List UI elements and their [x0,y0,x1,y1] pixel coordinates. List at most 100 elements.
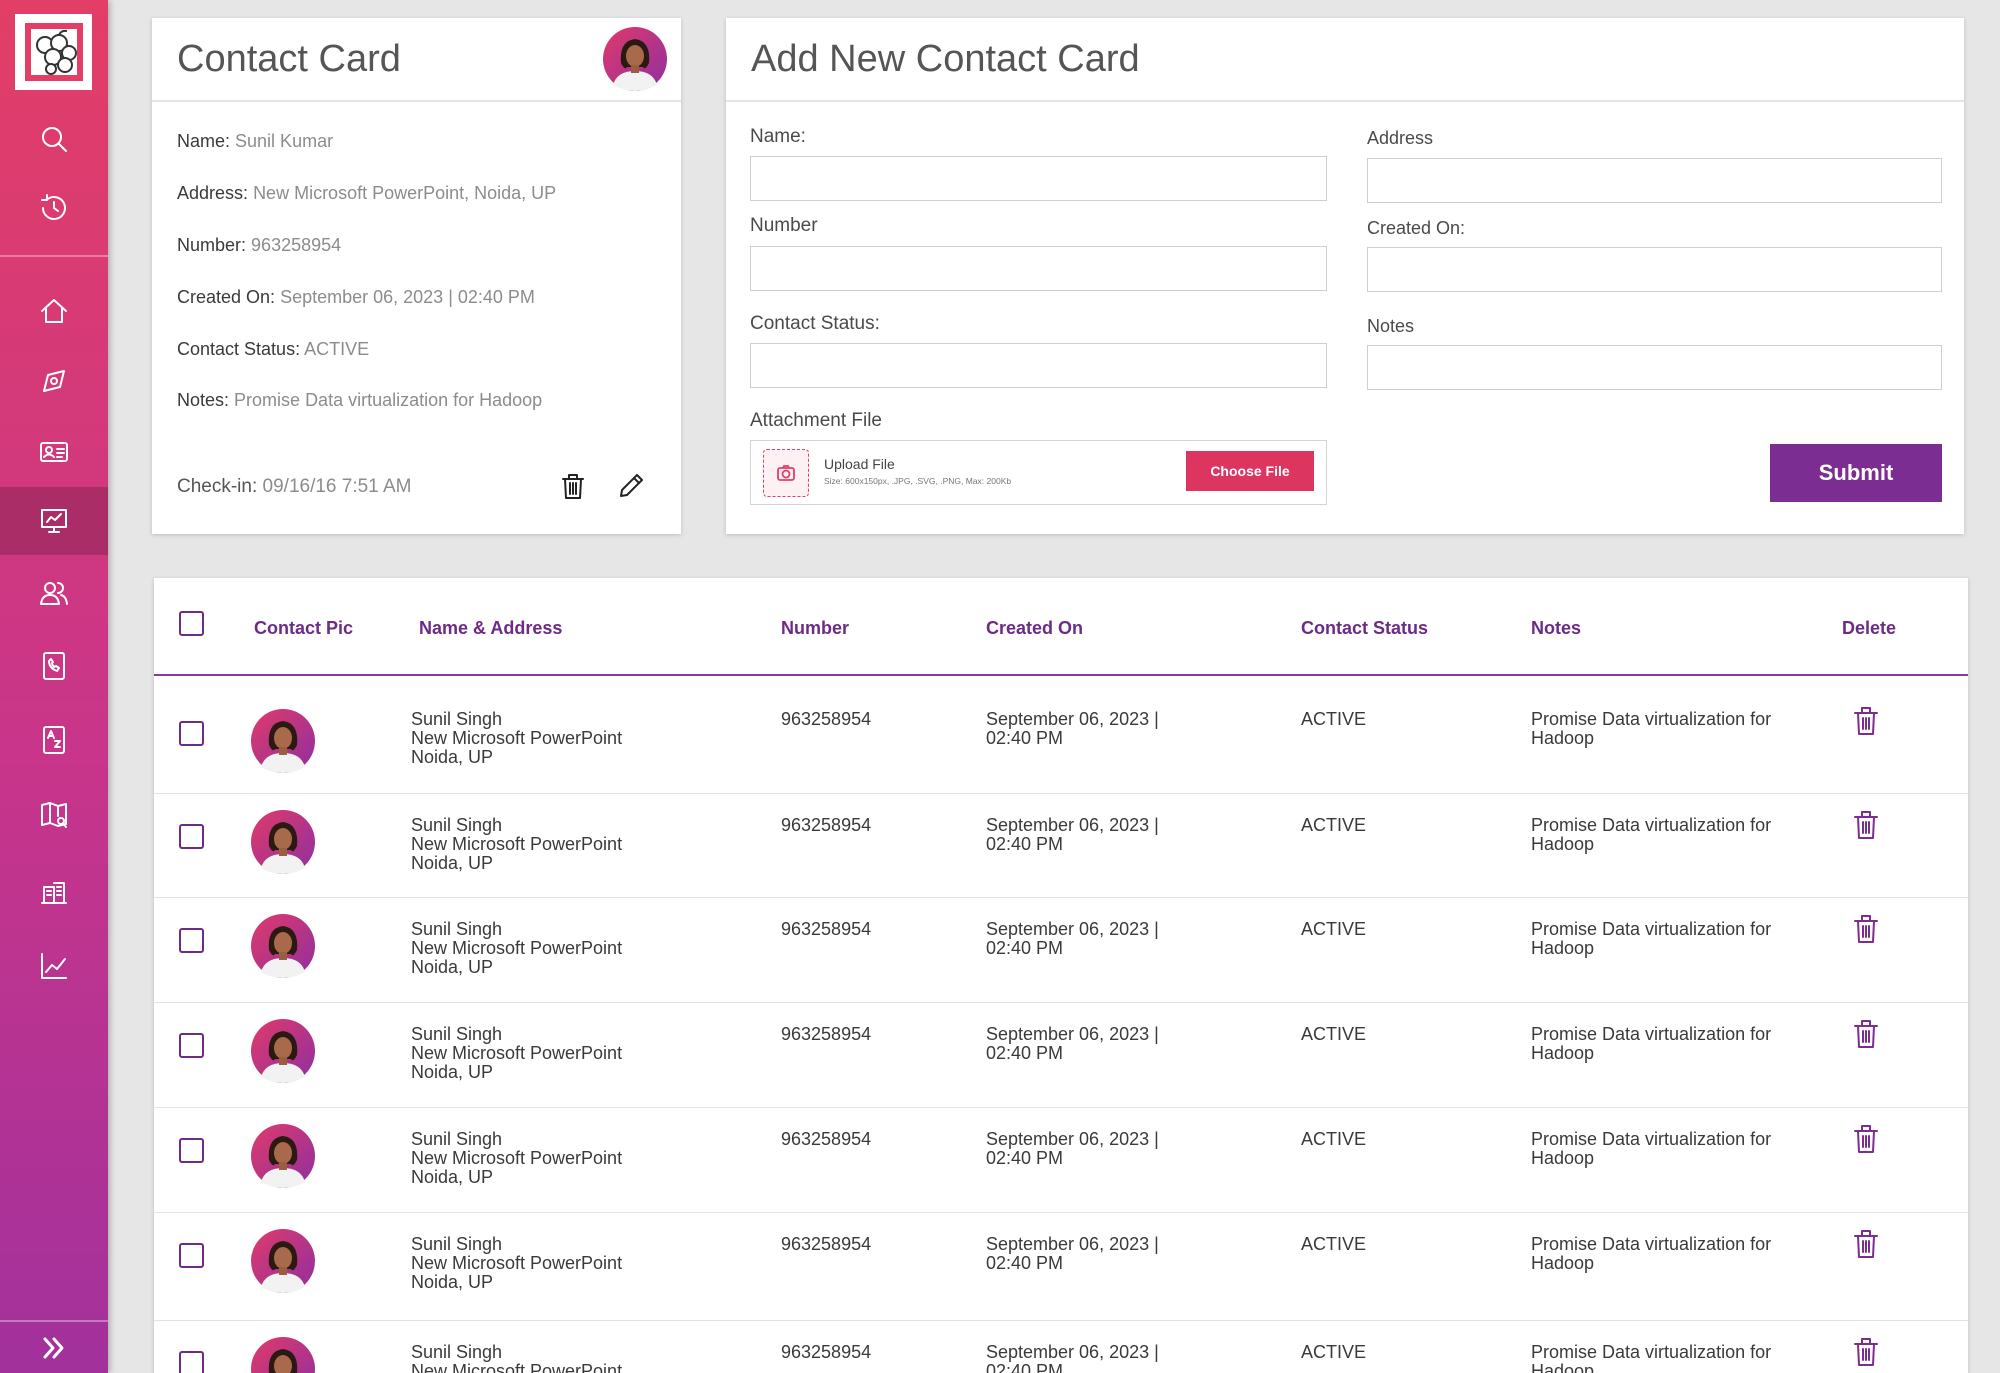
presentation-icon[interactable] [0,487,108,555]
row-delete-button[interactable] [1850,912,1882,946]
contact-notes-row: Notes: Promise Data virtualization for H… [177,390,542,411]
row-address-line1: New Microsoft PowerPoint [411,728,623,748]
row-delete-button[interactable] [1850,704,1882,738]
row-number: 963258954 [781,1129,872,1149]
phone-book-icon[interactable] [0,636,108,696]
contact-created-row: Created On: September 06, 2023 | 02:40 P… [177,287,535,308]
row-checkbox[interactable] [179,824,204,849]
name-field-label: Name: [750,126,806,147]
row-notes: Promise Data virtualization for Hadoop [1531,1235,1771,1273]
row-checkbox[interactable] [179,1033,204,1058]
header-created-on: Created On [986,618,1084,638]
row-checkbox[interactable] [179,721,204,746]
home-icon[interactable] [0,281,108,341]
sidebar-expand-button[interactable] [0,1320,108,1373]
row-notes-line2: Hadoop [1531,1361,1595,1373]
row-checkbox[interactable] [179,1243,204,1268]
file-upload-box: Upload File Size: 600x150px, .JPG, .SVG,… [750,440,1327,505]
row-address-line2: Noida, UP [411,1167,494,1187]
app-logo[interactable] [15,14,92,90]
row-notes-line1: Promise Data virtualization for [1531,1129,1772,1149]
name-input[interactable] [750,156,1327,201]
row-name-address: Sunil SinghNew Microsoft PowerPointNoida… [411,710,622,767]
search-icon[interactable] [0,109,108,169]
checkin-value: 09/16/16 7:51 AM [262,476,412,497]
table-row: Sunil SinghNew Microsoft PowerPointNoida… [154,794,1968,898]
header-number: Number [781,618,850,638]
row-name-address: Sunil SinghNew Microsoft PowerPointNoida… [411,1343,622,1373]
contact-avatar [603,27,667,91]
row-date: September 06, 2023 | [986,919,1159,939]
row-delete-button[interactable] [1850,1227,1882,1261]
row-delete-button[interactable] [1850,1335,1882,1369]
created-on-input[interactable] [1367,247,1942,292]
row-notes-line1: Promise Data virtualization for [1531,815,1772,835]
upload-title: Upload File [824,456,895,472]
row-address-line2: Noida, UP [411,1272,494,1292]
row-checkbox[interactable] [179,1138,204,1163]
row-address-line1: New Microsoft PowerPoint [411,1361,623,1373]
users-icon[interactable] [0,563,108,623]
row-address-line1: New Microsoft PowerPoint [411,1253,623,1273]
row-notes-line2: Hadoop [1531,938,1595,958]
row-avatar [251,1337,315,1373]
row-delete-button[interactable] [1850,808,1882,842]
row-notes: Promise Data virtualization for Hadoop [1531,1130,1771,1168]
header-contact-pic: Contact Pic [254,618,354,638]
contact-status-input[interactable] [750,343,1327,388]
row-created-on: September 06, 2023 | 02:40 PM [986,1343,1159,1373]
delete-contact-button[interactable] [555,468,591,504]
contact-name-label: Name: [177,131,231,151]
map-book-icon[interactable] [0,785,108,845]
row-address-line2: Noida, UP [411,1062,494,1082]
table-row: Sunil SinghNew Microsoft PowerPointNoida… [154,676,1968,794]
row-time: 02:40 PM [986,1148,1064,1168]
address-input[interactable] [1367,158,1942,203]
row-avatar [251,914,315,978]
row-status: ACTIVE [1301,1129,1367,1149]
row-created-on: September 06, 2023 | 02:40 PM [986,920,1159,958]
number-input[interactable] [750,246,1327,291]
select-all-checkbox[interactable] [179,611,204,636]
trash-icon [1854,707,1878,735]
row-notes-line1: Promise Data virtualization for [1531,1024,1772,1044]
row-avatar [251,709,315,773]
row-delete-button[interactable] [1850,1017,1882,1051]
contact-card: Contact Card Name: Sunil Kumar Address: … [152,18,681,534]
notes-input[interactable] [1367,345,1942,390]
contacts-table: Contact Pic Name & Address Number Create… [154,578,1968,1373]
number-field-label: Number [750,215,818,236]
choose-file-button[interactable]: Choose File [1186,451,1314,491]
trash-icon [1854,1338,1878,1366]
contact-checkin: Check-in: 09/16/16 7:51 AM [177,476,411,498]
upload-icon-box[interactable] [763,449,809,497]
compass-icon[interactable] [0,351,108,411]
row-number: 963258954 [781,919,872,939]
trash-icon [1854,1125,1878,1153]
dictionary-icon[interactable] [0,710,108,770]
logo-mark [24,23,83,81]
building-icon[interactable] [0,861,108,921]
contact-address-label: Address: [177,183,249,203]
row-created-on: September 06, 2023 | 02:40 PM [986,1235,1159,1273]
row-checkbox[interactable] [179,1351,204,1373]
submit-button[interactable]: Submit [1770,444,1942,502]
contact-notes-value: Promise Data virtualization for Hadoop [234,390,543,410]
row-status: ACTIVE [1301,709,1367,729]
row-time: 02:40 PM [986,834,1064,854]
row-status: ACTIVE [1301,1342,1367,1362]
row-number: 963258954 [781,1234,872,1254]
edit-contact-button[interactable] [613,468,649,504]
line-chart-icon[interactable] [0,936,108,996]
row-created-on: September 06, 2023 | 02:40 PM [986,710,1159,748]
id-card-icon[interactable] [0,422,108,482]
row-avatar [251,1229,315,1293]
row-created-on: September 06, 2023 | 02:40 PM [986,1025,1159,1063]
row-checkbox[interactable] [179,928,204,953]
row-name: Sunil Singh [411,919,503,939]
row-created-on: September 06, 2023 | 02:40 PM [986,816,1159,854]
contact-status-row: Contact Status: ACTIVE [177,339,369,360]
row-delete-button[interactable] [1850,1122,1882,1156]
sidebar [0,0,108,1373]
history-icon[interactable] [0,178,108,238]
